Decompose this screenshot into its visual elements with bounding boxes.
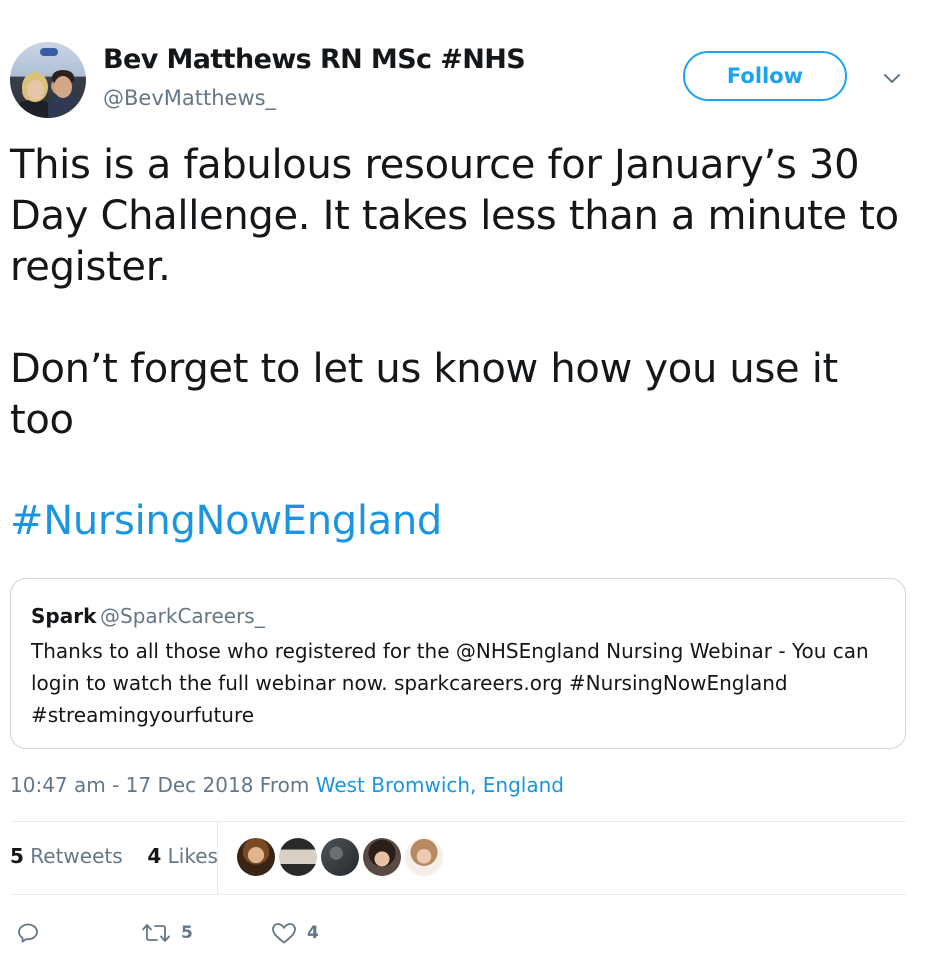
liker-avatars	[237, 838, 443, 876]
divider	[10, 821, 906, 822]
retweet-button[interactable]: 5	[141, 921, 193, 945]
likes-stat[interactable]: 4 Likes	[147, 844, 218, 868]
tweet-hashtag-link[interactable]: #NursingNowEngland	[10, 498, 442, 544]
author-display-name[interactable]: Bev Matthews RN MSc #NHS	[103, 44, 526, 75]
from-label: From	[259, 773, 310, 797]
quoted-tweet-card[interactable]: Spark @SparkCareers_ Thanks to all those…	[10, 578, 906, 749]
tweet-text: This is a fabulous resource for January’…	[10, 142, 899, 443]
quoted-tweet-text: Thanks to all those who registered for t…	[31, 639, 869, 727]
author-handle[interactable]: @BevMatthews_	[103, 86, 276, 110]
like-button[interactable]: 4	[271, 921, 319, 945]
like-count: 4	[307, 923, 319, 943]
liker-avatar[interactable]	[405, 838, 443, 876]
quoted-tweet-name: Spark	[31, 604, 97, 628]
retweet-icon	[142, 924, 170, 942]
tweet-timestamp[interactable]: 10:47 am - 17 Dec 2018	[10, 773, 253, 797]
liker-avatar[interactable]	[237, 838, 275, 876]
quoted-tweet-handle: @SparkCareers_	[100, 604, 265, 628]
liker-avatar[interactable]	[363, 838, 401, 876]
retweet-count: 5	[181, 923, 193, 943]
liker-avatar[interactable]	[321, 838, 359, 876]
heart-icon	[272, 923, 296, 944]
retweets-stat[interactable]: 5 Retweets	[10, 844, 123, 868]
chevron-down-icon[interactable]	[880, 66, 904, 90]
location-link[interactable]: West Bromwich, England	[316, 773, 564, 797]
tweet-stats: 5 Retweets 4 Likes	[10, 844, 218, 868]
stats-divider	[217, 822, 218, 894]
tweet-meta: 10:47 am - 17 Dec 2018 From West Bromwic…	[10, 773, 564, 797]
reply-button[interactable]	[16, 921, 40, 945]
liker-avatar[interactable]	[279, 838, 317, 876]
author-avatar[interactable]	[10, 42, 86, 118]
reply-icon	[18, 923, 38, 943]
follow-button[interactable]: Follow	[683, 51, 847, 101]
divider	[10, 894, 906, 895]
